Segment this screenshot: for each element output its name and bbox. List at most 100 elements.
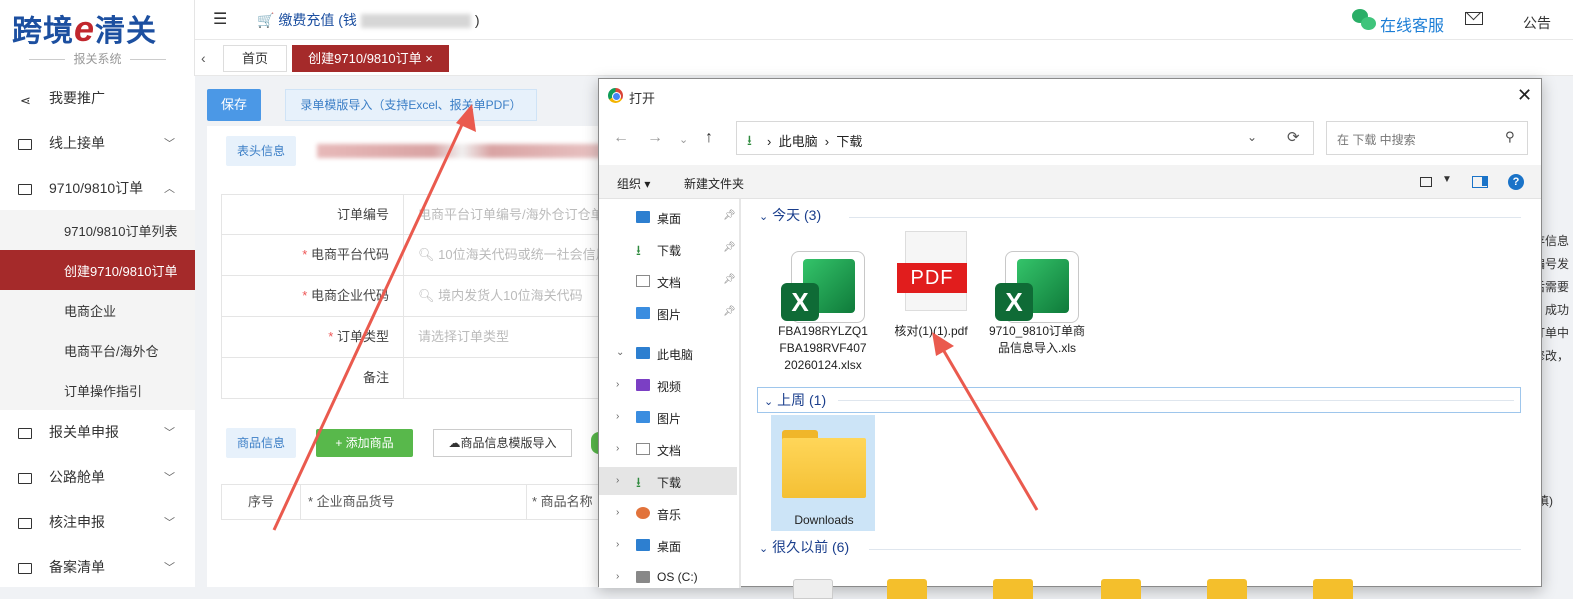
address-bar[interactable]: ⭳ › 此电脑 › 下载 ⌄ ⟳ [736, 121, 1314, 155]
pin-icon: 📌︎ [723, 242, 736, 253]
sidebar-item-declaration[interactable]: 报关单申报 ﹀ [0, 410, 195, 454]
view-icon[interactable] [1420, 177, 1432, 187]
sidebar-item-9710-orders[interactable]: 9710/9810订单 ︿ [0, 166, 195, 210]
sidebar: ⋖ 我要推广 线上接单 ﹀ 9710/9810订单 ︿ 9710/9810订单列… [0, 76, 195, 587]
platform-code-input[interactable]: 🔍︎ 10位海关代码或统一社会信用代码 [418, 235, 604, 275]
field-label-text: 电商企业代码 [310, 288, 389, 303]
tabs-scroll-left-icon[interactable]: ‹ [201, 50, 206, 66]
help-icon[interactable]: ? [1508, 174, 1524, 190]
back-arrow-icon[interactable]: ← [613, 129, 629, 147]
tab-close-icon[interactable]: × [425, 51, 433, 66]
dialog-search-input[interactable]: 在 下载 中搜索 ⚲ [1326, 121, 1528, 155]
tree-item[interactable]: › 文档 [599, 435, 737, 463]
sidebar-subitem-ecommerce-company[interactable]: 电商企业 [0, 290, 195, 330]
group-long-ago-header[interactable]: ⌄ 很久以前 (6) [759, 537, 1521, 561]
tree-expander-icon[interactable]: › [616, 539, 619, 550]
goods-import-button[interactable]: ☁商品信息模版导入 [433, 429, 572, 457]
tree-expander-icon[interactable]: › [616, 443, 619, 454]
tree-item[interactable]: › ⭳ 下载 [599, 467, 737, 495]
sidebar-item-promote[interactable]: ⋖ 我要推广 [0, 76, 195, 120]
tab-home[interactable]: 首页 [223, 45, 287, 72]
refresh-icon[interactable]: ⟳ [1287, 128, 1300, 146]
company-code-input[interactable]: 🔍︎ 境内发货人10位海关代码 [418, 276, 604, 316]
music-icon [636, 507, 650, 519]
customer-service-link[interactable]: 在线客服 [1352, 4, 1444, 36]
folder-thumb-partial[interactable] [1207, 579, 1247, 599]
close-icon[interactable]: ✕ [1517, 85, 1532, 106]
recharge-link[interactable]: 🛒 缴费充值 (钱) [257, 10, 480, 30]
order-number-input[interactable]: 电商平台订单编号/海外仓订仓单号 [418, 195, 604, 235]
download-icon: ⭳ [636, 242, 641, 258]
sidebar-subitem-platform-warehouse[interactable]: 电商平台/海外仓 [0, 330, 195, 370]
header-info-tab[interactable]: 表头信息 [226, 136, 296, 166]
tree-item[interactable]: › 图片 [599, 403, 737, 431]
folder-thumb-partial[interactable] [993, 579, 1033, 599]
dialog-title-bar: 打开 ✕ [599, 79, 1541, 111]
menu-toggle-icon[interactable]: ☰ [213, 9, 227, 29]
breadcrumb-item[interactable]: 此电脑 [779, 134, 818, 149]
chevron-down-icon: ﹀ [164, 427, 175, 439]
import-template-button[interactable]: 录单模版导入（支持Excel、报关单PDF） [285, 89, 537, 121]
sidebar-item-verification[interactable]: 核注申报 ﹀ [0, 500, 195, 544]
sidebar-subitem-guide[interactable]: 订单操作指引 [0, 370, 195, 410]
tree-item[interactable]: › 视频 [599, 371, 737, 399]
sidebar-subitem-order-list[interactable]: 9710/9810订单列表 [0, 210, 195, 250]
sidebar-subitem-label: 电商平台/海外仓 [64, 343, 159, 359]
order-type-select[interactable]: 请选择订单类型 [418, 317, 604, 357]
file-item-xlsx[interactable]: X FBA198RYLZQ1 FBA198RVF407 20260124.xls… [771, 231, 875, 381]
tree-item[interactable]: 文档 📌︎ [599, 267, 737, 295]
folder-thumb-partial[interactable] [1101, 579, 1141, 599]
chevron-down-icon[interactable]: ▼ [1442, 174, 1452, 185]
sidebar-subitem-label: 9710/9810订单列表 [64, 223, 178, 239]
folder-thumb-partial[interactable] [1313, 579, 1353, 599]
form-row-order-type: * 订单类型 请选择订单类型 [221, 317, 607, 358]
recharge-tail: ) [474, 12, 480, 28]
tree-item[interactable]: › 音乐 [599, 499, 737, 527]
file-item-pdf[interactable]: PDF 核对(1)(1).pdf [879, 231, 983, 351]
tree-expander-icon[interactable]: › [616, 411, 619, 422]
organize-button[interactable]: 组织 ▾ [617, 175, 650, 192]
tree-expander-icon[interactable]: › [616, 379, 619, 390]
sidebar-item-online-orders[interactable]: 线上接单 ﹀ [0, 121, 195, 165]
sidebar-item-label: 公路舱单 [49, 469, 105, 485]
folder-thumb-partial[interactable] [887, 579, 927, 599]
up-arrow-icon[interactable]: ↑ [705, 129, 713, 147]
group-last-week-header[interactable]: ⌄ 上周 (1) [757, 387, 1521, 413]
tree-item[interactable]: › 桌面 [599, 531, 737, 559]
tree-expander-icon[interactable]: › [616, 507, 619, 518]
tree-scrollbar[interactable] [739, 199, 741, 588]
save-button[interactable]: 保存 [207, 89, 261, 121]
add-goods-button[interactable]: + 添加商品 [316, 429, 413, 457]
tree-item[interactable]: 桌面 📌︎ [599, 203, 737, 231]
sidebar-subitem-create-order[interactable]: 创建9710/9810订单 [0, 250, 195, 290]
tree-item[interactable]: 图片 📌︎ [599, 299, 737, 327]
group-today-header[interactable]: ⌄ 今天 (3) [759, 205, 1521, 229]
field-label: * 订单类型 [222, 317, 404, 357]
chevron-down-icon[interactable]: ⌄ [1247, 130, 1257, 144]
file-item-xls[interactable]: X 9710_9810订单商品信息导入.xls [985, 231, 1089, 381]
goods-info-tab[interactable]: 商品信息 [226, 428, 296, 458]
file-thumb-partial[interactable] [793, 579, 833, 599]
recent-dropdown-icon[interactable]: ⌄ [679, 133, 688, 146]
goods-import-label: 商品信息模版导入 [460, 436, 557, 450]
tree-expander-icon[interactable]: ⌄ [616, 347, 624, 358]
preview-pane-icon[interactable] [1472, 176, 1488, 188]
tree-item[interactable]: ⭳ 下载 📌︎ [599, 235, 737, 263]
tab-create-order[interactable]: 创建9710/9810订单 × [292, 45, 449, 72]
breadcrumb-item[interactable]: 下载 [836, 134, 862, 149]
sidebar-item-road-manifest[interactable]: 公路舱单 ﹀ [0, 455, 195, 499]
tree-item[interactable]: ⌄ 此电脑 [599, 339, 737, 367]
folder-icon [18, 518, 32, 529]
sidebar-item-filing-list[interactable]: 备案清单 ﹀ [0, 545, 195, 589]
notice-link[interactable]: 公告 [1523, 13, 1551, 33]
forward-arrow-icon[interactable]: → [647, 129, 663, 147]
required-mark: * [302, 288, 308, 303]
tree-expander-icon[interactable]: › [616, 475, 619, 486]
dialog-nav-bar: ← → ⌄ ↑ ⭳ › 此电脑 › 下载 ⌄ ⟳ 在 下载 中搜索 ⚲ [599, 111, 1541, 165]
folder-icon [18, 563, 32, 574]
tree-expander-icon[interactable]: › [616, 571, 619, 582]
mail-icon[interactable] [1465, 12, 1483, 25]
new-folder-button[interactable]: 新建文件夹 [684, 175, 744, 192]
search-placeholder: 在 下载 中搜索 [1337, 133, 1416, 147]
file-item-downloads-folder[interactable]: Downloads [771, 415, 875, 531]
